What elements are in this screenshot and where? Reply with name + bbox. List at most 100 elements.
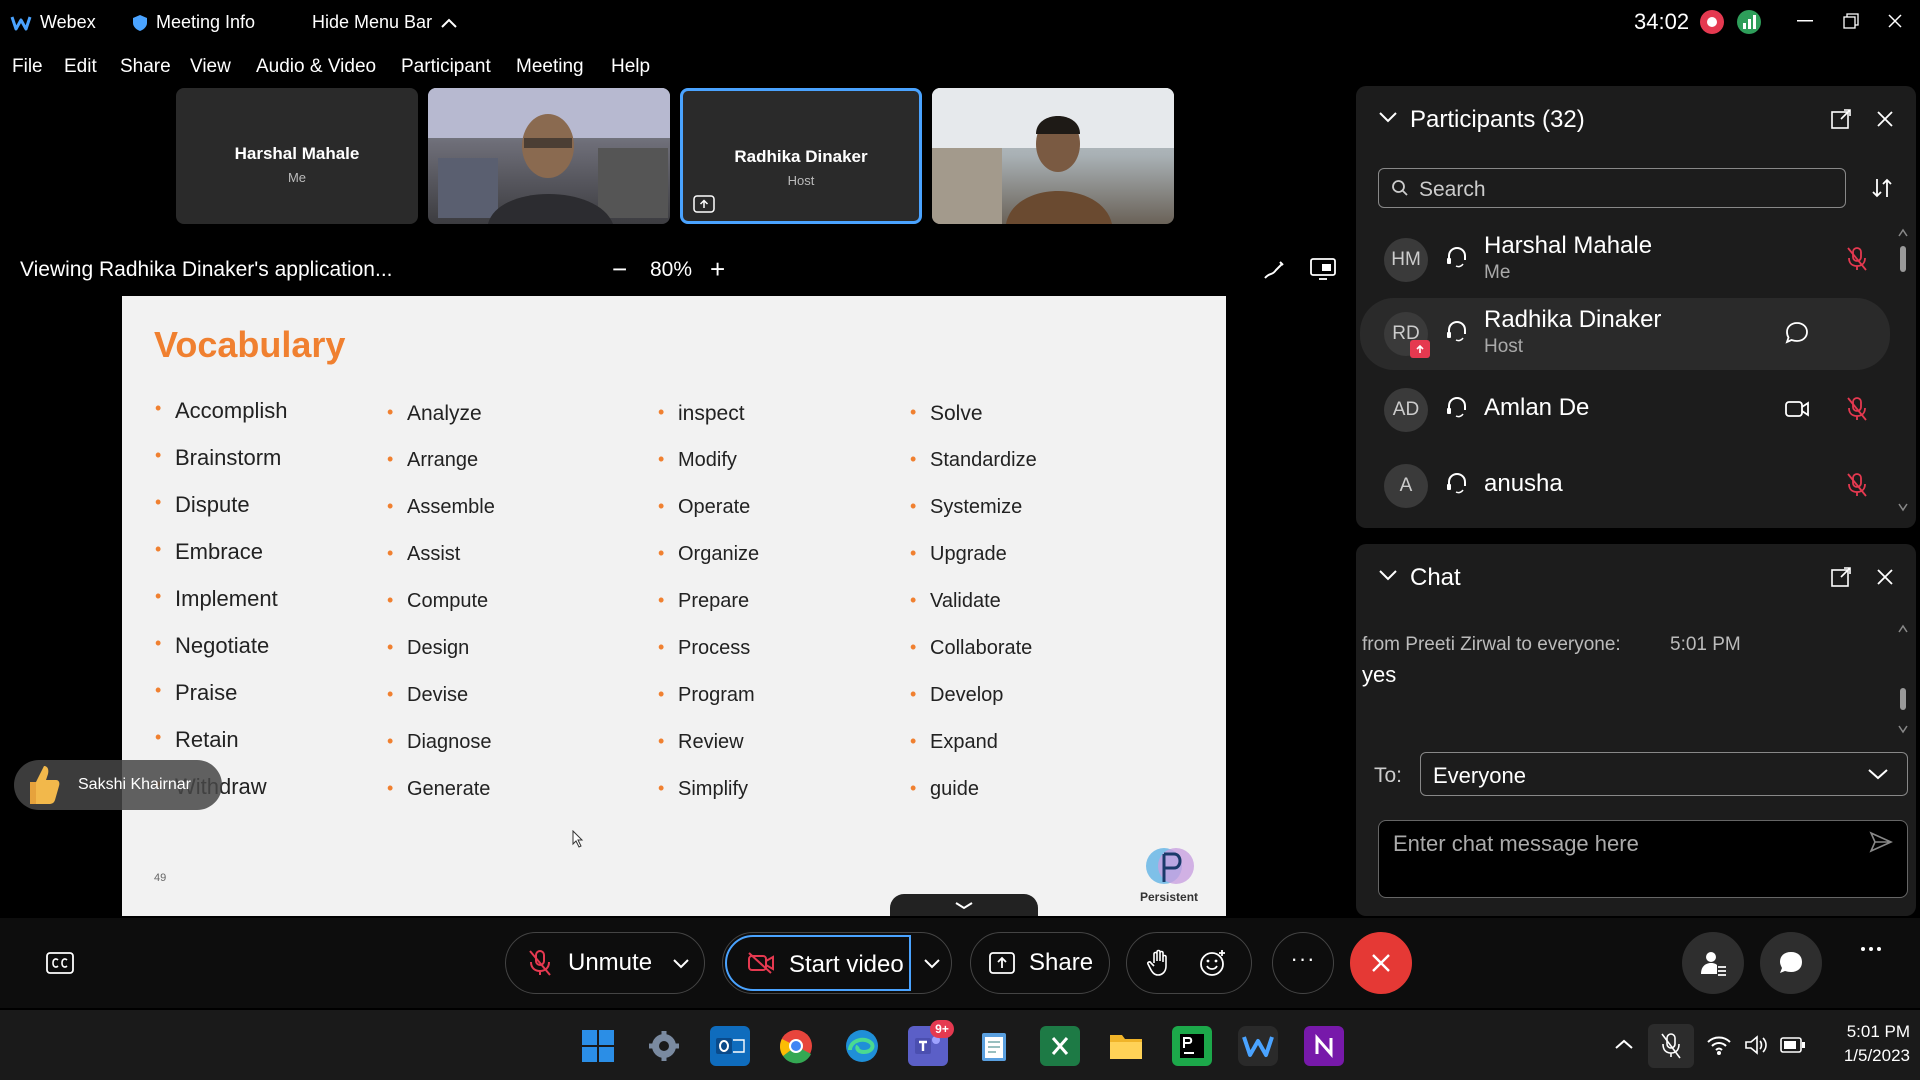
annotate-icon[interactable]	[1262, 258, 1286, 282]
menu-view[interactable]: View	[190, 56, 231, 78]
pop-out-icon[interactable]	[1830, 566, 1852, 588]
participant-row[interactable]: A anusha	[1360, 450, 1890, 520]
menu-participant[interactable]: Participant	[401, 56, 491, 78]
wifi-icon[interactable]	[1706, 1034, 1732, 1056]
send-icon[interactable]	[1869, 831, 1893, 853]
participant-search-input[interactable]: Search	[1378, 168, 1846, 208]
excel-icon[interactable]	[1040, 1026, 1080, 1066]
video-thumbnail-participant-2[interactable]	[932, 88, 1174, 224]
vocab-word: Expand	[910, 731, 998, 754]
muted-mic-icon[interactable]	[1846, 246, 1868, 272]
chevron-down-icon[interactable]	[1378, 568, 1398, 582]
chevron-down-icon[interactable]	[923, 957, 941, 969]
logo-text: Persistent	[1140, 890, 1199, 904]
webex-app-label[interactable]: Webex	[10, 12, 96, 33]
vocab-word: Analyze	[387, 402, 482, 426]
menu-share[interactable]: Share	[120, 56, 171, 78]
close-panel-icon[interactable]	[1876, 110, 1894, 128]
show-hidden-icons-chevron-up-icon[interactable]	[1614, 1038, 1634, 1050]
chat-timestamp: 5:01 PM	[1670, 634, 1741, 655]
chat-message-input[interactable]: Enter chat message here	[1378, 820, 1908, 898]
vocab-word: Systemize	[910, 496, 1022, 519]
recording-icon[interactable]	[1700, 10, 1724, 34]
participant-name: Harshal Mahale	[1484, 232, 1653, 259]
vocab-word: Generate	[387, 778, 490, 801]
vocab-word: Arrange	[387, 449, 478, 472]
network-health-icon[interactable]	[1737, 10, 1761, 34]
start-video-button[interactable]: Start video	[725, 935, 911, 991]
share-button[interactable]: Share	[970, 932, 1110, 994]
chat-toggle-button[interactable]	[1760, 932, 1822, 994]
battery-icon[interactable]	[1780, 1036, 1806, 1054]
audio-connection-icon	[1444, 394, 1470, 420]
zoom-in-button[interactable]: +	[710, 254, 725, 285]
overflow-menu-icon[interactable]	[1860, 946, 1882, 952]
pycharm-icon[interactable]	[1172, 1026, 1212, 1066]
unmute-button[interactable]: Unmute	[505, 932, 705, 994]
chevron-down-icon[interactable]	[1378, 110, 1398, 124]
sort-icon[interactable]	[1870, 176, 1894, 200]
pop-out-icon[interactable]	[1830, 108, 1852, 130]
close-panel-icon[interactable]	[1876, 568, 1894, 586]
reaction-emoji-icon[interactable]	[1199, 949, 1227, 977]
minimize-icon[interactable]	[1790, 8, 1820, 34]
video-thumbnail-host[interactable]: Radhika Dinaker Host	[680, 88, 922, 224]
menu-file[interactable]: File	[12, 56, 43, 78]
closed-captions-icon[interactable]	[46, 952, 74, 974]
participant-name: anusha	[1484, 470, 1563, 497]
leave-meeting-button[interactable]	[1350, 932, 1412, 994]
chevron-down-icon[interactable]	[672, 957, 690, 969]
muted-mic-icon[interactable]	[1846, 396, 1868, 422]
chat-scrollbar[interactable]	[1898, 622, 1908, 738]
reaction-notification: Sakshi Khairnar	[14, 760, 222, 810]
vocab-word: Assist	[387, 543, 460, 566]
more-options-button[interactable]: ···	[1272, 932, 1334, 994]
avatar: A	[1384, 464, 1428, 508]
windows-start-icon[interactable]	[578, 1026, 618, 1066]
chevron-up-icon	[440, 17, 458, 29]
onenote-icon[interactable]	[1304, 1026, 1344, 1066]
participant-row-host[interactable]: RD Radhika Dinaker Host	[1360, 298, 1890, 370]
slide-collapse-tab[interactable]	[890, 894, 1038, 916]
meeting-info-label: Meeting Info	[156, 12, 256, 32]
shared-slide: Vocabulary Accomplish Brainstorm Dispute…	[122, 296, 1226, 916]
chat-bubble-icon[interactable]	[1784, 320, 1810, 346]
clock-date[interactable]: 1/5/2023	[1826, 1046, 1910, 1066]
mic-muted-tray-icon[interactable]	[1648, 1024, 1694, 1068]
muted-mic-icon[interactable]	[1846, 472, 1868, 498]
raise-hand-icon[interactable]	[1147, 949, 1171, 977]
menu-meeting[interactable]: Meeting	[516, 56, 584, 78]
chat-recipient-select[interactable]: Everyone	[1420, 752, 1908, 796]
close-window-icon[interactable]	[1880, 8, 1910, 34]
participant-row[interactable]: AD Amlan De	[1360, 374, 1890, 444]
menu-help[interactable]: Help	[611, 56, 650, 78]
meeting-info-button[interactable]: Meeting Info	[132, 12, 255, 33]
edge-icon[interactable]	[842, 1026, 882, 1066]
chat-title: Chat	[1410, 564, 1461, 591]
vocab-word: inspect	[658, 402, 744, 426]
participant-row[interactable]: HM Harshal Mahale Me	[1360, 224, 1890, 294]
chrome-icon[interactable]	[776, 1026, 816, 1066]
menu-edit[interactable]: Edit	[64, 56, 97, 78]
notepad-icon[interactable]	[974, 1026, 1014, 1066]
video-thumbnail-participant[interactable]	[428, 88, 670, 224]
screen-view-icon[interactable]	[1310, 258, 1336, 280]
hide-menu-bar-button[interactable]: Hide Menu Bar	[312, 12, 458, 33]
volume-icon[interactable]	[1744, 1034, 1770, 1056]
zoom-out-button[interactable]: −	[612, 254, 627, 285]
vocab-word: Embrace	[155, 539, 263, 565]
teams-icon[interactable]: 9+	[908, 1020, 954, 1066]
restore-icon[interactable]	[1836, 8, 1866, 34]
video-camera-icon[interactable]	[1784, 398, 1810, 420]
clock-time[interactable]: 5:01 PM	[1832, 1022, 1910, 1042]
vocab-word: Organize	[658, 543, 759, 566]
settings-gear-icon[interactable]	[644, 1026, 684, 1066]
participants-scrollbar[interactable]	[1898, 226, 1908, 518]
sharing-badge-icon	[1410, 340, 1430, 358]
outlook-icon[interactable]	[710, 1026, 750, 1066]
file-explorer-icon[interactable]	[1106, 1026, 1146, 1066]
webex-taskbar-icon[interactable]	[1238, 1026, 1278, 1066]
participants-toggle-button[interactable]	[1682, 932, 1744, 994]
menu-audio-video[interactable]: Audio & Video	[256, 56, 376, 78]
video-thumbnail-self[interactable]: Harshal Mahale Me	[176, 88, 418, 224]
